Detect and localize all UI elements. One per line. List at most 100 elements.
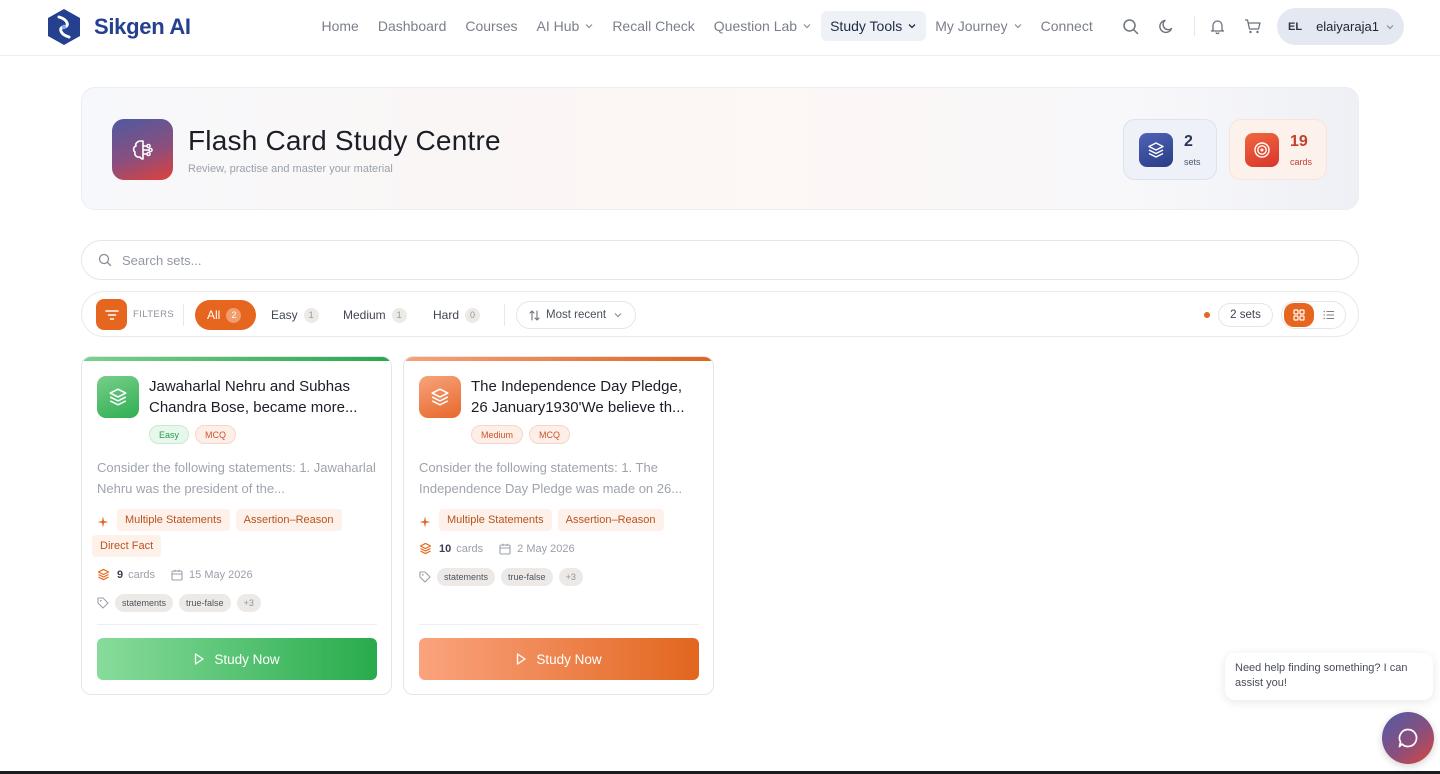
grid-icon: [1293, 309, 1305, 321]
nav-study-tools-label: Study Tools: [830, 18, 903, 34]
flashcard-set-card[interactable]: The Independence Day Pledge, 26 January1…: [403, 356, 714, 695]
sparkle-icon: [97, 516, 109, 528]
grid-view-button[interactable]: [1284, 303, 1314, 327]
nav-question-lab-label: Question Lab: [713, 18, 798, 34]
page-subtitle: Review, practise and master your materia…: [188, 163, 393, 175]
nav-recall-check-label: Recall Check: [612, 18, 695, 34]
sort-dropdown[interactable]: Most recent: [516, 301, 636, 329]
question-types: Multiple Statements Assertion–Reason: [419, 509, 704, 535]
nav-recall-check[interactable]: Recall Check: [603, 11, 704, 41]
difficulty-badge: Easy: [149, 425, 190, 444]
search-icon: [98, 253, 112, 267]
nav-study-tools[interactable]: Study Tools: [820, 11, 926, 41]
chat-prompt-bubble[interactable]: Need help finding something? I can assis…: [1225, 653, 1433, 700]
filter-chip-all-count: 2: [226, 307, 242, 323]
card-title: The Independence Day Pledge, 26 January1…: [471, 378, 685, 416]
search-icon[interactable]: [1118, 14, 1142, 38]
filter-button[interactable]: [96, 299, 127, 330]
chevron-down-icon: [1386, 24, 1394, 29]
stat-cards-label: cards: [1290, 156, 1313, 167]
brand-logo[interactable]: Sikgen AI: [46, 8, 191, 46]
filter-chip-medium[interactable]: Medium 1: [331, 300, 411, 330]
nav-actions: [1118, 14, 1277, 38]
nav-dashboard-label: Dashboard: [377, 18, 447, 34]
layers-icon: [97, 568, 110, 581]
avatar: EL: [1288, 20, 1303, 33]
user-menu[interactable]: EL elaiyaraja1: [1277, 8, 1404, 45]
layers-icon: [419, 376, 461, 418]
filter-chip-hard-count: 0: [465, 307, 481, 323]
card-description: Consider the following statements: 1. Th…: [419, 460, 683, 496]
filter-chip-all-label: All: [207, 308, 221, 322]
study-now-button[interactable]: Study Now: [419, 638, 699, 680]
card-title: Jawaharlal Nehru and Subhas Chandra Bose…: [149, 378, 358, 416]
card-divider: [419, 624, 699, 625]
chevron-down-icon: [585, 24, 593, 29]
card-description: Consider the following statements: 1. Ja…: [97, 460, 376, 496]
label-chip-more: +3: [236, 594, 261, 612]
card-date: 2 May 2026: [517, 542, 575, 555]
page-title: Flash Card Study Centre: [188, 125, 501, 156]
stat-sets-value: 2: [1184, 132, 1193, 150]
filter-divider: [183, 304, 184, 326]
layers-icon: [97, 376, 139, 418]
nav-divider: [1194, 16, 1195, 36]
label-chip: true-false: [501, 568, 553, 586]
play-icon: [195, 653, 205, 665]
format-badge: MCQ: [195, 425, 237, 444]
main-menu: Home Dashboard Courses AI Hub Recall Che…: [312, 11, 1102, 41]
nav-question-lab[interactable]: Question Lab: [704, 11, 820, 41]
study-now-button[interactable]: Study Now: [97, 638, 377, 680]
nav-home-label: Home: [321, 18, 359, 34]
nav-dashboard[interactable]: Dashboard: [368, 11, 456, 41]
filter-chip-medium-label: Medium: [343, 308, 386, 322]
nav-courses[interactable]: Courses: [456, 11, 527, 41]
filter-chip-hard[interactable]: Hard 0: [421, 300, 487, 330]
stat-sets-label: sets: [1184, 156, 1201, 167]
filter-chip-easy-count: 1: [303, 307, 319, 323]
filter-bar: FILTERS All 2 Easy 1 Medium 1 Hard 0 Mos…: [81, 291, 1359, 337]
nav-ai-hub[interactable]: AI Hub: [527, 11, 603, 41]
list-view-button[interactable]: [1314, 303, 1344, 327]
card-date: 15 May 2026: [189, 568, 253, 581]
nav-home[interactable]: Home: [312, 11, 368, 41]
chevron-down-icon: [908, 24, 916, 29]
moon-icon[interactable]: [1154, 14, 1178, 38]
card-divider: [97, 624, 377, 625]
card-meta: 10 cards 2 May 2026: [419, 542, 575, 555]
nav-my-journey-label: My Journey: [935, 18, 1008, 34]
card-labels: statements true-false +3: [97, 594, 261, 612]
chat-launcher-button[interactable]: [1382, 712, 1434, 764]
card-labels: statements true-false +3: [419, 568, 583, 586]
filter-chip-medium-count: 1: [391, 307, 407, 323]
filter-chip-easy[interactable]: Easy 1: [259, 300, 325, 330]
question-type-tag: Assertion–Reason: [557, 509, 664, 531]
flashcard-set-card[interactable]: Jawaharlal Nehru and Subhas Chandra Bose…: [81, 356, 392, 695]
top-navbar: Sikgen AI Home Dashboard Courses AI Hub …: [0, 0, 1440, 56]
card-tags: Easy MCQ: [149, 425, 242, 444]
filter-chip-all[interactable]: All 2: [195, 300, 256, 330]
card-count: 10: [439, 542, 452, 555]
nav-connect[interactable]: Connect: [1031, 11, 1102, 41]
nav-my-journey[interactable]: My Journey: [926, 11, 1031, 41]
list-icon: [1323, 310, 1334, 320]
cart-icon[interactable]: [1241, 14, 1265, 38]
question-type-tag: Direct Fact: [92, 535, 162, 557]
card-tags: Medium MCQ: [471, 425, 576, 444]
study-now-label: Study Now: [536, 651, 602, 667]
sort-icon: [529, 309, 540, 321]
status-dot: [1204, 312, 1210, 318]
card-accent-bar: [82, 357, 391, 361]
card-count-unit: cards: [128, 568, 156, 581]
search-bar: [81, 240, 1359, 280]
stat-cards: 19 cards: [1229, 119, 1327, 180]
brand-name: Sikgen AI: [94, 14, 191, 39]
card-count: 9: [117, 568, 124, 581]
hero-panel: Flash Card Study Centre Review, practise…: [81, 87, 1359, 210]
stat-sets: 2 sets: [1123, 119, 1217, 180]
brain-icon: [112, 119, 173, 180]
label-chip: true-false: [179, 594, 231, 612]
search-input[interactable]: [122, 252, 1322, 268]
bell-icon[interactable]: [1205, 14, 1229, 38]
chevron-down-icon: [1014, 24, 1022, 29]
